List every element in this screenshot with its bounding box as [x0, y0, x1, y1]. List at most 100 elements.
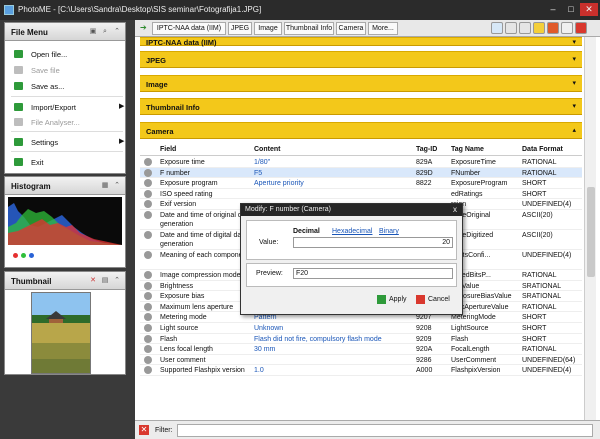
cell-tag-id: 829D: [416, 169, 433, 177]
menu-save-as[interactable]: Save as...: [5, 79, 125, 93]
tab-binary[interactable]: Binary: [379, 228, 399, 235]
cell-field: Supported Flashpix version: [160, 367, 245, 375]
cell-tag-id: 9286: [416, 356, 432, 364]
menu-open-file[interactable]: Open file...: [5, 47, 125, 61]
red-channel-icon[interactable]: [13, 253, 18, 258]
toolbar-image-icon[interactable]: [491, 22, 503, 34]
vertical-scrollbar[interactable]: [584, 37, 596, 420]
cell-tag-name: UserComment: [451, 356, 497, 364]
tab-jpeg[interactable]: JPEG: [228, 22, 252, 35]
blue-channel-icon[interactable]: [29, 253, 34, 258]
minimize-button[interactable]: –: [544, 3, 562, 16]
tab-image[interactable]: Image: [254, 22, 282, 35]
expand-icon: ▾: [572, 80, 576, 87]
cell-content: Aperture priority: [254, 180, 304, 188]
menu-exit[interactable]: Exit: [5, 155, 125, 169]
thumbnail-panel: Thumbnail ✕ ▤ ⌃: [4, 271, 126, 375]
toolbar-browser-icon[interactable]: [561, 22, 573, 34]
folder-icon[interactable]: ▣: [89, 28, 97, 36]
collapse-icon[interactable]: ⌃: [113, 182, 121, 190]
value-input[interactable]: 20: [293, 237, 453, 248]
cell-tag-id: 9209: [416, 335, 432, 343]
menu-label: Open file...: [31, 50, 68, 59]
table-row[interactable]: ISO speed rating edRatings SHORT: [140, 189, 582, 200]
close-window-button[interactable]: ✕: [580, 3, 598, 16]
clear-filter-icon[interactable]: ✕: [139, 425, 149, 435]
tab-hexadecimal[interactable]: Hexadecimal: [332, 228, 372, 235]
dialog-close-button[interactable]: x: [453, 205, 457, 214]
section-title: JPEG: [146, 56, 167, 65]
section-iptc[interactable]: IPTC-NAA data (IIM) ▾: [140, 37, 582, 47]
cell-content: F5: [254, 169, 263, 177]
cell-tag-name: Flash: [451, 335, 469, 343]
menu-save-file[interactable]: Save file: [5, 63, 125, 77]
toolbar-ai-icon[interactable]: [547, 22, 559, 34]
cell-data-format: SHORT: [522, 190, 547, 198]
cancel-button[interactable]: Cancel: [416, 294, 450, 308]
scrollbar-thumb[interactable]: [587, 187, 595, 277]
thumbnail-header: Thumbnail ✕ ▤ ⌃: [5, 272, 125, 290]
toolbar-close-icon[interactable]: [575, 22, 587, 34]
toolbar-grid-icon[interactable]: [505, 22, 517, 34]
row-icon: [144, 168, 152, 177]
menu-import-export[interactable]: Import/Export ▶: [5, 100, 125, 114]
cell-data-format: RATIONAL: [522, 303, 557, 311]
section-thumbnail-info[interactable]: Thumbnail Info ▾: [140, 98, 582, 115]
section-jpeg[interactable]: JPEG ▾: [140, 51, 582, 68]
submenu-arrow-icon: ▶: [119, 103, 125, 110]
cell-data-format: UNDEFINED(64): [522, 356, 576, 364]
cell-field: Date and time of digital data generation: [160, 232, 248, 248]
col-content[interactable]: Content: [254, 146, 280, 153]
table-row[interactable]: Exposure time 1/80" 829A ExposureTime RATION…: [140, 157, 582, 168]
section-image[interactable]: Image ▾: [140, 75, 582, 92]
tab-decimal[interactable]: Decimal: [293, 228, 320, 235]
filter-input[interactable]: [177, 424, 593, 437]
tab-camera[interactable]: Camera: [336, 22, 366, 35]
cell-field: Exif version: [160, 201, 197, 209]
maximize-button[interactable]: □: [562, 3, 580, 16]
table-row[interactable]: Supported Flashpix version 1.0 A000 Flashpi…: [140, 365, 582, 376]
apply-button[interactable]: Apply: [377, 294, 407, 308]
col-tag-id[interactable]: Tag-ID: [416, 146, 437, 153]
magnifier-icon[interactable]: ⌕: [101, 28, 109, 36]
collapse-icon[interactable]: ⌃: [113, 28, 121, 36]
delete-icon[interactable]: ✕: [89, 277, 97, 285]
menu-settings[interactable]: Settings ▶: [5, 135, 125, 149]
options-icon[interactable]: ▦: [101, 182, 109, 190]
table-row[interactable]: Light source Unknown 9208 LightSource SHORT: [140, 323, 582, 334]
cell-data-format: ASCII(20): [522, 212, 553, 219]
menu-label: File Analyser...: [31, 118, 80, 127]
toolbar-camera-icon[interactable]: [533, 22, 545, 34]
nav-arrow-icon[interactable]: ➔: [140, 23, 147, 32]
col-field[interactable]: Field: [160, 146, 176, 153]
cell-content: Unknown: [254, 325, 284, 332]
section-camera[interactable]: Camera ▴: [140, 122, 582, 139]
menu-divider: [11, 96, 123, 97]
green-channel-icon[interactable]: [21, 253, 26, 258]
cell-field: Metering mode: [160, 314, 207, 322]
toolbar-list-icon[interactable]: [519, 22, 531, 34]
table-row[interactable]: Flash Flash did not fire, compulsory flas…: [140, 334, 582, 345]
table-row[interactable]: User comment 9286 UserComment UNDEFINED(64): [140, 355, 582, 366]
col-data-format[interactable]: Data Format: [522, 146, 563, 153]
tab-more[interactable]: More...: [368, 22, 398, 35]
table-row[interactable]: Lens focal length 30 mm 920A FocalLength RAT…: [140, 344, 582, 355]
window-title: PhotoME - [C:\Users\Sandra\Desktop\SIS s…: [18, 5, 262, 14]
export-icon[interactable]: ▤: [101, 277, 109, 285]
cell-field: Flash: [160, 335, 178, 343]
cell-field: F number: [160, 169, 190, 177]
menu-file-analyser[interactable]: File Analyser...: [5, 115, 125, 129]
cell-tag-name: FNumber: [451, 169, 481, 177]
tab-thumbnail-info[interactable]: Thumbnail Info: [284, 22, 334, 35]
cell-data-format: SHORT: [522, 325, 547, 332]
checkmark-icon: [377, 294, 386, 304]
collapse-icon[interactable]: ⌃: [113, 277, 121, 285]
table-row[interactable]: Exposure program Aperture priority 8822 Exp…: [140, 178, 582, 189]
cell-content: 1.0: [254, 367, 264, 375]
dialog-titlebar: Modify: F number (Camera) x: [241, 204, 462, 216]
app-icon: [4, 5, 14, 15]
cell-tag-name: ExposureTime: [451, 159, 496, 166]
tab-iptc[interactable]: IPTC-NAA data (IIM): [152, 22, 226, 35]
table-row[interactable]: F number F5 829D FNumber RATIONAL: [140, 167, 582, 179]
col-tag-name[interactable]: Tag Name: [451, 146, 484, 153]
